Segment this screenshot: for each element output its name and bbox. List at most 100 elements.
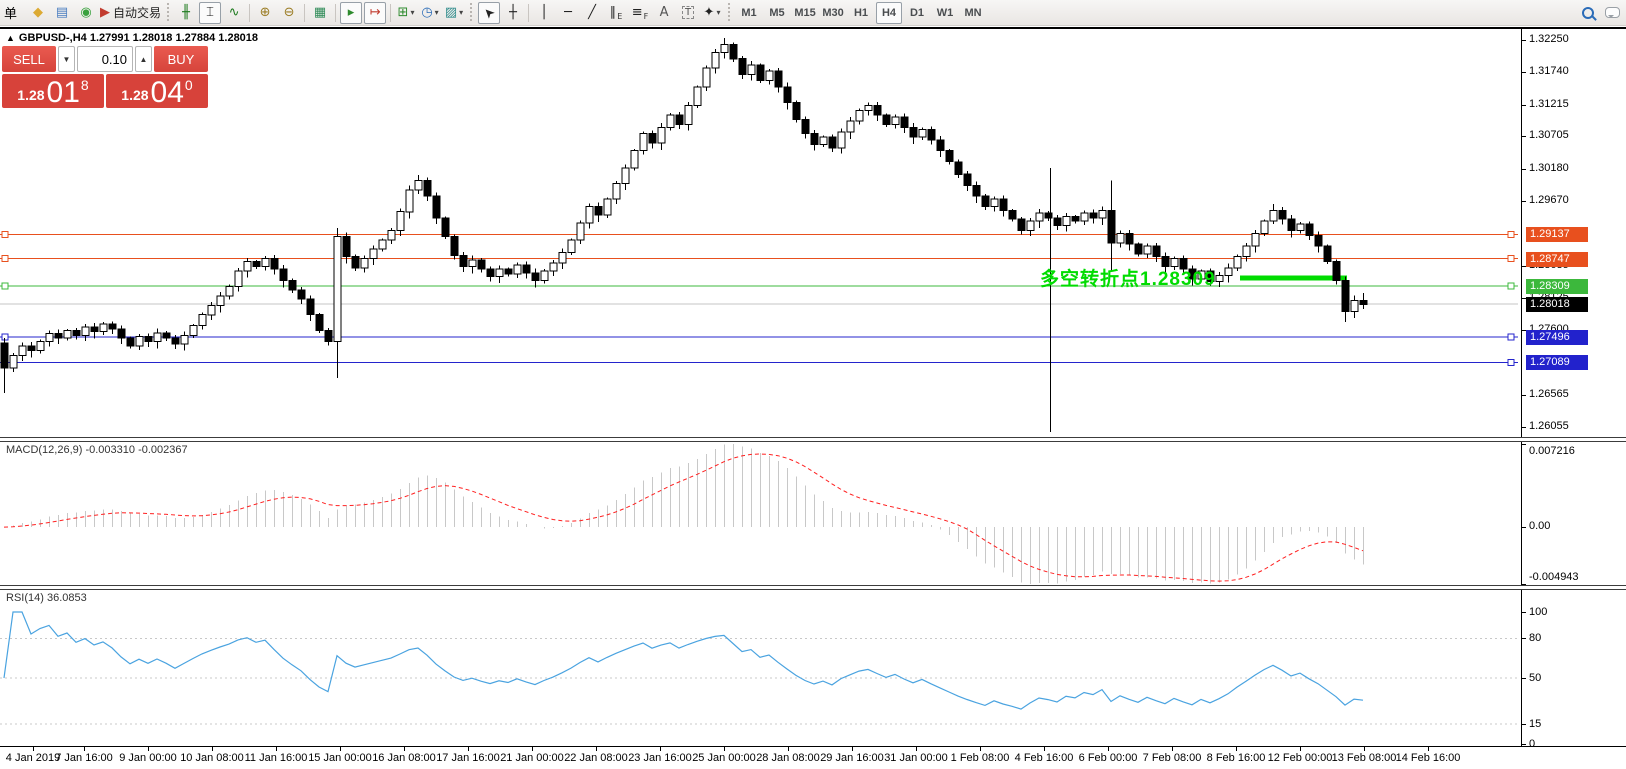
- toolbar-clipped-button[interactable]: 单: [3, 2, 25, 24]
- toolbar-vertical-line-button[interactable]: │: [533, 2, 555, 24]
- timeframe-M5-button[interactable]: M5: [764, 2, 790, 24]
- toolbar-tile-windows-button[interactable]: ▦: [309, 2, 331, 24]
- toolbar-horizontal-line-button[interactable]: ─: [557, 2, 579, 24]
- price-tick-label: 1.26055: [1529, 420, 1569, 432]
- new-order-icon: ◆: [33, 6, 43, 19]
- rsi-tick-mark: [1522, 678, 1526, 679]
- timeframe-M30-button[interactable]: M30: [820, 2, 846, 24]
- text-icon: A: [660, 6, 669, 19]
- toolbar-indicators-button[interactable]: ⊞▾: [395, 2, 417, 24]
- zoom-in-icon: ⊕: [260, 6, 271, 19]
- volume-input[interactable]: [77, 46, 133, 72]
- sell-price-display[interactable]: 1.28 01 8: [2, 74, 104, 108]
- price-tick-mark: [1522, 169, 1526, 170]
- turning-point-annotation[interactable]: 多空转折点1.28309: [1040, 264, 1216, 291]
- time-tick-mark: [1364, 747, 1365, 751]
- toolbar-line-chart-button[interactable]: ∿: [223, 2, 245, 24]
- panel-separator-rsi[interactable]: [0, 585, 1626, 590]
- templates-icon: ▨: [445, 6, 457, 19]
- volume-increase-button[interactable]: ▲: [135, 46, 152, 72]
- collapse-panel-icon[interactable]: ▲: [6, 33, 15, 43]
- time-tick-label: 10 Jan 08:00: [180, 752, 244, 764]
- macd-tick-label: 0.007216: [1529, 445, 1575, 457]
- price-badge: 1.28309: [1526, 279, 1588, 294]
- periods-dropdown-icon: ▾: [435, 8, 439, 17]
- trading-terminal-window: 单◆▤◉▶自动交易╫⌶∿⊕⊖▦▸↦⊞▾◷▾▨▾➤┼│─╱∥E≡FAT✦▾M1M5…: [0, 0, 1626, 769]
- equidistant-channel-icon: ∥: [610, 6, 617, 19]
- toolbar-market-scanner-button[interactable]: ◉: [75, 2, 97, 24]
- timeframe-H1-button[interactable]: H1: [848, 2, 874, 24]
- profile-charts-icon: ▤: [56, 6, 68, 19]
- time-tick-mark: [788, 747, 789, 751]
- macd-tick-label: 0.00: [1529, 520, 1550, 532]
- one-click-trading-panel: SELL ▼ ▲ BUY 1.28 01 8 1.28 04 0: [2, 46, 210, 108]
- time-tick-label: 13 Feb 08:00: [1332, 752, 1397, 764]
- time-tick-mark: [33, 747, 34, 751]
- toolbar-equidistant-channel-button[interactable]: ∥E: [605, 2, 627, 24]
- timeframe-M1-button[interactable]: M1: [736, 2, 762, 24]
- macd-label: MACD(12,26,9) -0.003310 -0.002367: [6, 444, 188, 456]
- time-tick-label: 28 Jan 08:00: [756, 752, 820, 764]
- toolbar-zoom-out-button[interactable]: ⊖: [278, 2, 300, 24]
- panel-separator-macd[interactable]: [0, 437, 1626, 442]
- time-tick-label: 23 Jan 16:00: [628, 752, 692, 764]
- price-badge: 1.27089: [1526, 355, 1588, 370]
- time-tick-label: 1 Feb 08:00: [951, 752, 1010, 764]
- time-tick-mark: [1044, 747, 1045, 751]
- toolbar-zoom-in-button[interactable]: ⊕: [254, 2, 276, 24]
- volume-decrease-button[interactable]: ▼: [58, 46, 75, 72]
- toolbar-grip: [165, 3, 172, 23]
- buy-button[interactable]: BUY: [154, 46, 208, 72]
- price-tick-label: 1.32250: [1529, 33, 1569, 45]
- fibonacci-retracement-icon: ≡: [632, 6, 643, 19]
- toolbar-bar-chart-button[interactable]: ╫: [175, 2, 197, 24]
- cursor-icon: ➤: [481, 4, 498, 21]
- time-tick-label: 15 Jan 00:00: [308, 752, 372, 764]
- toolbar-text-button[interactable]: A: [653, 2, 675, 24]
- rsi-tick-label: 50: [1529, 672, 1541, 684]
- time-tick-mark: [852, 747, 853, 751]
- toolbar-search-button[interactable]: [1577, 2, 1599, 24]
- toolbar-periods-button[interactable]: ◷▾: [419, 2, 441, 24]
- price-tick-mark: [1522, 395, 1526, 396]
- toolbar-templates-button[interactable]: ▨▾: [443, 2, 465, 24]
- time-tick-mark: [916, 747, 917, 751]
- chart-shift-icon: ↦: [370, 6, 381, 19]
- toolbar-new-order-button[interactable]: ◆: [27, 2, 49, 24]
- buy-price-display[interactable]: 1.28 04 0: [106, 74, 208, 108]
- toolbar-autotrading-button[interactable]: ▶自动交易: [99, 2, 162, 24]
- toolbar-cursor-button[interactable]: ➤: [478, 2, 500, 24]
- time-tick-label: 22 Jan 08:00: [564, 752, 628, 764]
- toolbar-auto-scroll-button[interactable]: ▸: [340, 2, 362, 24]
- timeframe-MN-button[interactable]: MN: [960, 2, 986, 24]
- time-tick-label: 4 Feb 16:00: [1015, 752, 1074, 764]
- toolbar-trendline-button[interactable]: ╱: [581, 2, 603, 24]
- sell-button[interactable]: SELL: [2, 46, 56, 72]
- toolbar-chat-button[interactable]: [1601, 2, 1623, 24]
- sell-price-big: 01: [47, 80, 80, 106]
- timeframe-H4-button[interactable]: H4: [876, 2, 902, 24]
- toolbar-candlestick-chart-button[interactable]: ⌶: [199, 2, 221, 24]
- toolbar-crosshair-button[interactable]: ┼: [502, 2, 524, 24]
- toolbar-arrows-button[interactable]: ✦▾: [701, 2, 723, 24]
- time-tick-label: 14 Feb 16:00: [1396, 752, 1461, 764]
- rsi-tick-mark: [1522, 612, 1526, 613]
- main-chart-canvas[interactable]: [0, 29, 1521, 746]
- toolbar-chart-shift-button[interactable]: ↦: [364, 2, 386, 24]
- rsi-tick-mark: [1522, 724, 1526, 725]
- candlestick-chart-icon: ⌶: [206, 6, 214, 19]
- timeframe-D1-button[interactable]: D1: [904, 2, 930, 24]
- price-axis[interactable]: 1.322501.317401.312151.307051.301801.296…: [1521, 29, 1626, 746]
- toolbar-fibonacci-retracement-button[interactable]: ≡F: [629, 2, 651, 24]
- toolbar-text-label-button[interactable]: T: [677, 2, 699, 24]
- time-tick-mark: [724, 747, 725, 751]
- time-tick-label: 7 Feb 08:00: [1143, 752, 1202, 764]
- time-axis[interactable]: 4 Jan 20197 Jan 16:009 Jan 00:0010 Jan 0…: [0, 746, 1626, 769]
- time-tick-label: 8 Feb 16:00: [1207, 752, 1266, 764]
- toolbar-separator: [304, 4, 305, 22]
- timeframe-W1-button[interactable]: W1: [932, 2, 958, 24]
- timeframe-M15-button[interactable]: M15: [792, 2, 818, 24]
- sell-price-prefix: 1.28: [17, 87, 44, 103]
- price-tick-mark: [1522, 40, 1526, 41]
- toolbar-profile-charts-button[interactable]: ▤: [51, 2, 73, 24]
